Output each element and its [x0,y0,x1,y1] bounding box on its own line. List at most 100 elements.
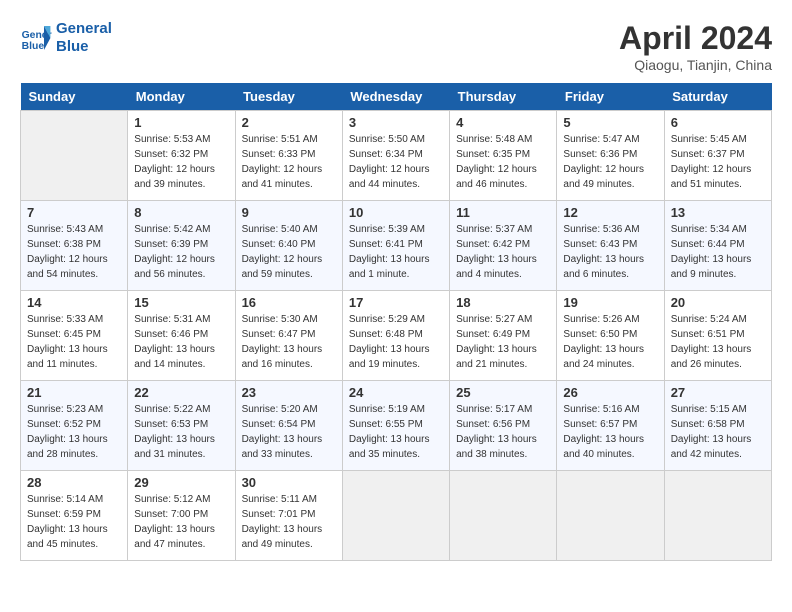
day-info: Sunrise: 5:12 AMSunset: 7:00 PMDaylight:… [134,492,228,552]
day-number: 23 [242,385,336,400]
column-header-monday: Monday [128,83,235,111]
calendar-cell: 30 Sunrise: 5:11 AMSunset: 7:01 PMDayligh… [235,471,342,561]
day-info: Sunrise: 5:39 AMSunset: 6:41 PMDaylight:… [349,222,443,282]
day-info: Sunrise: 5:31 AMSunset: 6:46 PMDaylight:… [134,312,228,372]
day-number: 20 [671,295,765,310]
day-number: 11 [456,205,550,220]
calendar-cell: 8 Sunrise: 5:42 AMSunset: 6:39 PMDaylight… [128,201,235,291]
day-number: 28 [27,475,121,490]
calendar-cell: 12Sunrise: 5:36 AMSunset: 6:43 PMDayligh… [557,201,664,291]
calendar-cell: 29 Sunrise: 5:12 AMSunset: 7:00 PMDayligh… [128,471,235,561]
location-subtitle: Qiaogu, Tianjin, China [619,57,772,73]
day-number: 30 [242,475,336,490]
calendar-cell [450,471,557,561]
calendar-week-1: 1Sunrise: 5:53 AMSunset: 6:32 PMDaylight… [21,111,772,201]
day-info: Sunrise: 5:33 AMSunset: 6:45 PMDaylight:… [27,312,121,372]
day-number: 14 [27,295,121,310]
title-block: April 2024 Qiaogu, Tianjin, China [619,20,772,73]
column-header-saturday: Saturday [664,83,771,111]
day-info: Sunrise: 5:51 AMSunset: 6:33 PMDaylight:… [242,132,336,192]
logo-general: General [56,20,112,38]
day-number: 3 [349,115,443,130]
day-info: Sunrise: 5:27 AMSunset: 6:49 PMDaylight:… [456,312,550,372]
calendar-cell [21,111,128,201]
day-number: 2 [242,115,336,130]
calendar-cell: 9 Sunrise: 5:40 AMSunset: 6:40 PMDaylight… [235,201,342,291]
calendar-week-4: 21Sunrise: 5:23 AMSunset: 6:52 PMDayligh… [21,381,772,471]
calendar-cell: 2 Sunrise: 5:51 AMSunset: 6:33 PMDaylight… [235,111,342,201]
month-title: April 2024 [619,20,772,57]
day-info: Sunrise: 5:50 AMSunset: 6:34 PMDaylight:… [349,132,443,192]
calendar-cell: 6Sunrise: 5:45 AMSunset: 6:37 PMDaylight… [664,111,771,201]
day-info: Sunrise: 5:45 AMSunset: 6:37 PMDaylight:… [671,132,765,192]
column-header-wednesday: Wednesday [342,83,449,111]
column-header-sunday: Sunday [21,83,128,111]
day-info: Sunrise: 5:15 AMSunset: 6:58 PMDaylight:… [671,402,765,462]
calendar-cell: 16 Sunrise: 5:30 AMSunset: 6:47 PMDayligh… [235,291,342,381]
calendar-cell [342,471,449,561]
day-number: 21 [27,385,121,400]
day-number: 5 [563,115,657,130]
day-info: Sunrise: 5:47 AMSunset: 6:36 PMDaylight:… [563,132,657,192]
calendar-cell: 28 Sunrise: 5:14 AMSunset: 6:59 PMDayligh… [21,471,128,561]
calendar-cell: 20 Sunrise: 5:24 AMSunset: 6:51 PMDayligh… [664,291,771,381]
day-number: 17 [349,295,443,310]
day-number: 27 [671,385,765,400]
day-number: 29 [134,475,228,490]
calendar-cell [557,471,664,561]
calendar-cell: 25 Sunrise: 5:17 AMSunset: 6:56 PMDayligh… [450,381,557,471]
calendar-cell: 15 Sunrise: 5:31 AMSunset: 6:46 PMDayligh… [128,291,235,381]
column-header-friday: Friday [557,83,664,111]
calendar-cell: 10 Sunrise: 5:39 AMSunset: 6:41 PMDayligh… [342,201,449,291]
day-number: 15 [134,295,228,310]
calendar-cell: 19 Sunrise: 5:26 AMSunset: 6:50 PMDayligh… [557,291,664,381]
day-number: 8 [134,205,228,220]
calendar-cell: 14 Sunrise: 5:33 AMSunset: 6:45 PMDayligh… [21,291,128,381]
calendar-cell: 27 Sunrise: 5:15 AMSunset: 6:58 PMDayligh… [664,381,771,471]
column-header-tuesday: Tuesday [235,83,342,111]
day-number: 26 [563,385,657,400]
day-info: Sunrise: 5:19 AMSunset: 6:55 PMDaylight:… [349,402,443,462]
day-info: Sunrise: 5:36 AMSunset: 6:43 PMDaylight:… [563,222,657,282]
calendar-cell: 17Sunrise: 5:29 AMSunset: 6:48 PMDayligh… [342,291,449,381]
svg-text:Blue: Blue [22,41,45,52]
logo: General Blue General Blue [20,20,112,56]
day-number: 25 [456,385,550,400]
calendar-cell: 24 Sunrise: 5:19 AMSunset: 6:55 PMDayligh… [342,381,449,471]
day-info: Sunrise: 5:40 AMSunset: 6:40 PMDaylight:… [242,222,336,282]
day-info: Sunrise: 5:37 AMSunset: 6:42 PMDaylight:… [456,222,550,282]
calendar-week-5: 28 Sunrise: 5:14 AMSunset: 6:59 PMDayligh… [21,471,772,561]
day-number: 1 [134,115,228,130]
day-info: Sunrise: 5:20 AMSunset: 6:54 PMDaylight:… [242,402,336,462]
day-number: 10 [349,205,443,220]
day-number: 13 [671,205,765,220]
day-info: Sunrise: 5:14 AMSunset: 6:59 PMDaylight:… [27,492,121,552]
day-info: Sunrise: 5:17 AMSunset: 6:56 PMDaylight:… [456,402,550,462]
calendar-cell: 4 Sunrise: 5:48 AMSunset: 6:35 PMDaylight… [450,111,557,201]
day-number: 19 [563,295,657,310]
logo-icon: General Blue [20,22,52,54]
day-info: Sunrise: 5:48 AMSunset: 6:35 PMDaylight:… [456,132,550,192]
day-number: 9 [242,205,336,220]
column-header-thursday: Thursday [450,83,557,111]
day-info: Sunrise: 5:11 AMSunset: 7:01 PMDaylight:… [242,492,336,552]
day-number: 22 [134,385,228,400]
day-info: Sunrise: 5:26 AMSunset: 6:50 PMDaylight:… [563,312,657,372]
calendar-cell: 22 Sunrise: 5:22 AMSunset: 6:53 PMDayligh… [128,381,235,471]
day-info: Sunrise: 5:16 AMSunset: 6:57 PMDaylight:… [563,402,657,462]
calendar-cell: 18 Sunrise: 5:27 AMSunset: 6:49 PMDayligh… [450,291,557,381]
day-info: Sunrise: 5:22 AMSunset: 6:53 PMDaylight:… [134,402,228,462]
calendar-cell: 11 Sunrise: 5:37 AMSunset: 6:42 PMDayligh… [450,201,557,291]
day-info: Sunrise: 5:43 AMSunset: 6:38 PMDaylight:… [27,222,121,282]
day-info: Sunrise: 5:42 AMSunset: 6:39 PMDaylight:… [134,222,228,282]
day-number: 18 [456,295,550,310]
day-number: 16 [242,295,336,310]
calendar-cell: 5 Sunrise: 5:47 AMSunset: 6:36 PMDaylight… [557,111,664,201]
calendar-cell: 7Sunrise: 5:43 AMSunset: 6:38 PMDaylight… [21,201,128,291]
day-number: 24 [349,385,443,400]
logo-blue: Blue [56,38,112,56]
calendar-cell [664,471,771,561]
day-number: 4 [456,115,550,130]
day-info: Sunrise: 5:24 AMSunset: 6:51 PMDaylight:… [671,312,765,372]
day-info: Sunrise: 5:30 AMSunset: 6:47 PMDaylight:… [242,312,336,372]
